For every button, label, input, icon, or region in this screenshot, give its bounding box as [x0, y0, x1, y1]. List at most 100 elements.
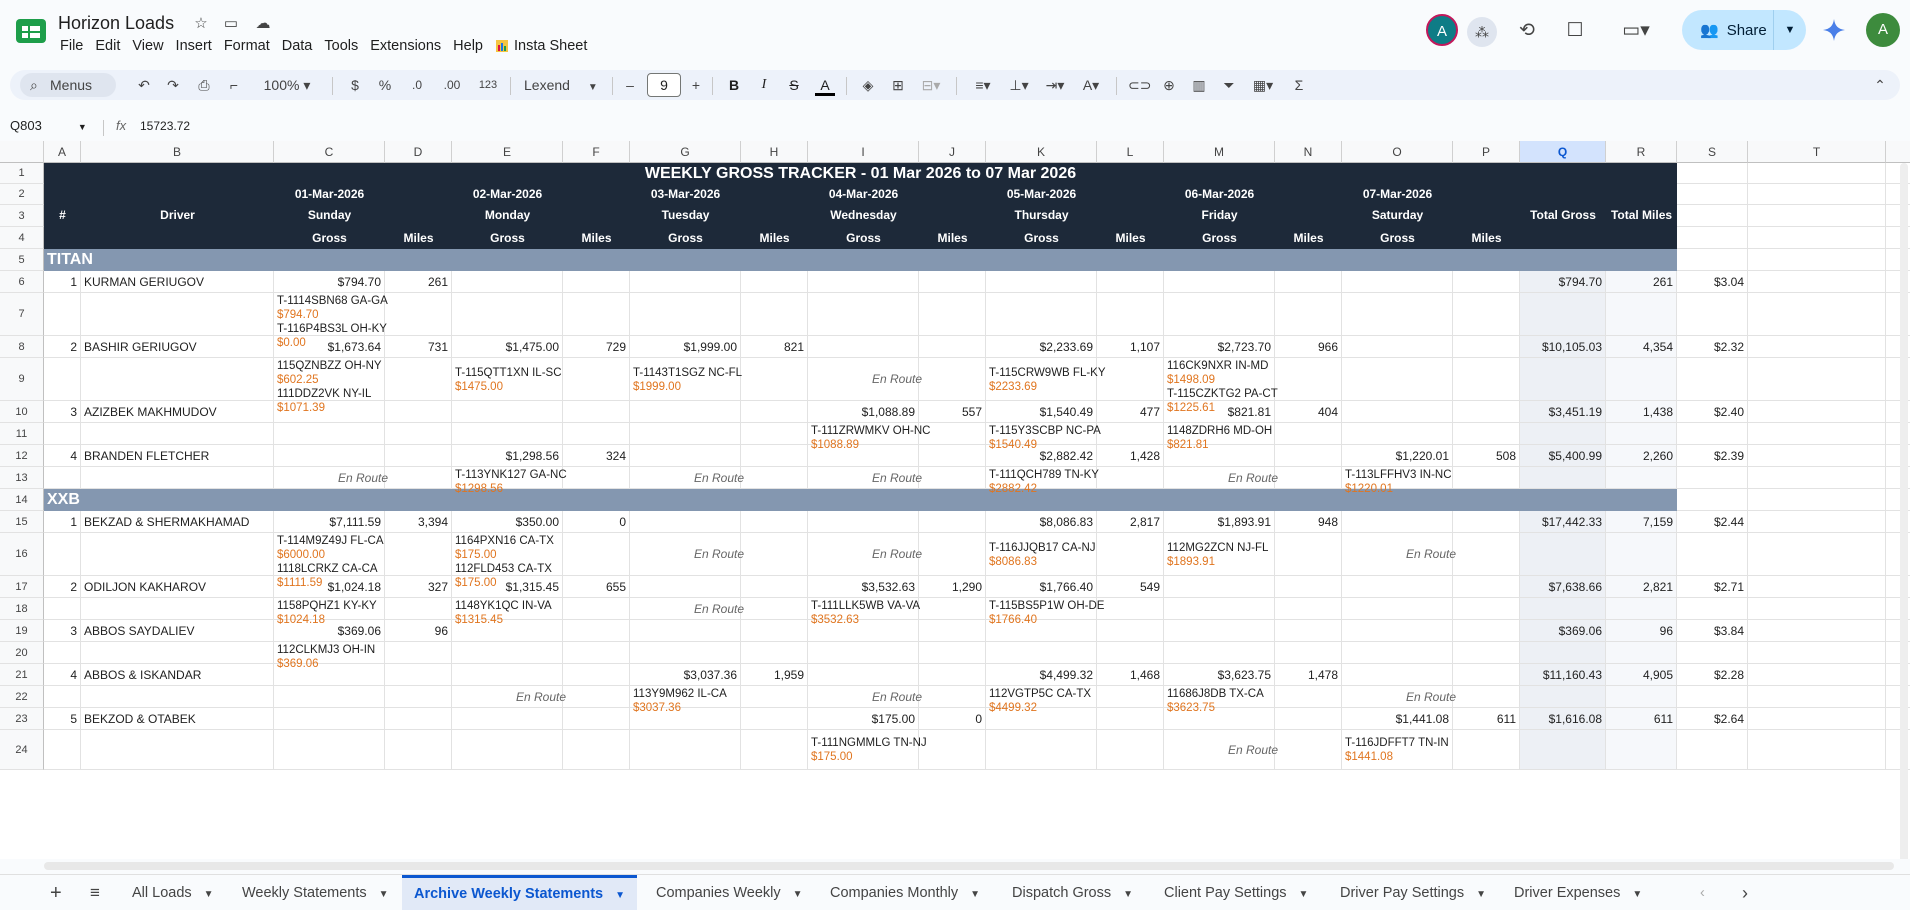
day-miles-cell[interactable]: 404 — [1275, 401, 1338, 423]
sheet-tab[interactable]: All Loads ▼ — [132, 875, 214, 910]
day-miles-cell[interactable]: 3,394 — [385, 511, 448, 533]
sheet-grid[interactable]: ABCDEFGHIJKLMNOPQRSTU1234567891011121314… — [0, 141, 1910, 859]
column-header-f[interactable]: F — [563, 141, 630, 163]
driver-name[interactable]: ABBOS & ISKANDAR — [84, 664, 273, 686]
day-miles-cell[interactable]: 966 — [1275, 336, 1338, 358]
row-header-11[interactable]: 11 — [0, 423, 44, 445]
share-button[interactable]: 👥 Share — [1682, 10, 1774, 50]
load-id[interactable]: T-115CRW9WB FL-KY — [989, 366, 1161, 380]
document-title[interactable]: Horizon Loads — [58, 13, 174, 34]
day-gross-cell[interactable]: $1,024.18 — [274, 576, 381, 598]
name-box[interactable]: Q803 ▼ — [10, 118, 87, 133]
scroll-tabs-left-icon[interactable]: ‹ — [1700, 875, 1705, 910]
day-gross-cell[interactable]: $8,086.83 — [986, 511, 1093, 533]
day-miles-cell[interactable]: 1,428 — [1097, 445, 1160, 467]
day-miles-cell[interactable]: 731 — [385, 336, 448, 358]
print-icon[interactable]: ⎙ — [194, 70, 214, 100]
load-id[interactable]: T-115BS5P1W OH-DE — [989, 599, 1161, 613]
day-miles-cell[interactable]: 729 — [563, 336, 626, 358]
sheet-tab[interactable]: Dispatch Gross ▼ — [1012, 875, 1133, 910]
sheet-tab-menu-icon[interactable]: ▼ — [1299, 889, 1309, 900]
move-folder-icon[interactable]: ▭ — [222, 15, 240, 33]
insert-link-icon[interactable]: ⊂⊃ — [1128, 70, 1151, 100]
name-box-dropdown-icon[interactable]: ▼ — [78, 122, 87, 132]
column-header-h[interactable]: H — [741, 141, 808, 163]
all-sheets-icon[interactable]: ≡ — [90, 875, 100, 910]
day-gross-cell[interactable]: $1,540.49 — [986, 401, 1093, 423]
row-header-8[interactable]: 8 — [0, 336, 44, 358]
load-amount[interactable]: $602.25 — [277, 373, 449, 387]
decrease-decimal-button[interactable]: .0 — [406, 70, 428, 100]
menu-view[interactable]: View — [132, 38, 171, 54]
day-gross-cell[interactable]: $2,723.70 — [1164, 336, 1271, 358]
percent-format-button[interactable]: % — [376, 70, 394, 100]
load-amount[interactable]: $821.81 — [1167, 438, 1339, 452]
load-amount[interactable]: $175.00 — [811, 750, 983, 764]
column-header-s[interactable]: S — [1677, 141, 1748, 163]
row-header-18[interactable]: 18 — [0, 598, 44, 620]
load-amount[interactable]: $794.70 — [277, 308, 449, 322]
row-header-20[interactable]: 20 — [0, 642, 44, 664]
row-header-5[interactable]: 5 — [0, 249, 44, 271]
load-id[interactable]: 112VGTP5C CA-TX — [989, 687, 1161, 701]
load-amount[interactable]: $3623.75 — [1167, 701, 1339, 715]
undo-icon[interactable]: ↶ — [134, 70, 154, 100]
day-gross-cell[interactable]: $1,441.08 — [1342, 708, 1449, 730]
driver-name[interactable]: AZIZBEK MAKHMUDOV — [84, 401, 273, 423]
strikethrough-icon[interactable]: S — [784, 70, 804, 100]
row-header-19[interactable]: 19 — [0, 620, 44, 642]
column-header-r[interactable]: R — [1606, 141, 1677, 163]
sheet-tab-menu-icon[interactable]: ▼ — [1476, 889, 1486, 900]
star-icon[interactable]: ☆ — [192, 15, 210, 33]
day-miles-cell[interactable]: 655 — [563, 576, 626, 598]
row-header-2[interactable]: 2 — [0, 184, 44, 205]
load-id[interactable]: T-114M9Z49J FL-CA — [277, 534, 449, 548]
font-select[interactable]: Lexend ▼ — [524, 70, 604, 100]
day-miles-cell[interactable]: 1,107 — [1097, 336, 1160, 358]
day-gross-cell[interactable]: $2,882.42 — [986, 445, 1093, 467]
row-header-14[interactable]: 14 — [0, 489, 44, 511]
column-header-d[interactable]: D — [385, 141, 452, 163]
font-size-increase-icon[interactable]: + — [688, 70, 704, 100]
column-header-o[interactable]: O — [1342, 141, 1453, 163]
load-id[interactable]: T-111LLK5WB VA-VA — [811, 599, 983, 613]
row-header-16[interactable]: 16 — [0, 533, 44, 576]
load-id[interactable]: T-115Y3SCBP NC-PA — [989, 424, 1161, 438]
sheet-tab-menu-icon[interactable]: ▼ — [1632, 889, 1642, 900]
load-id[interactable]: T-113LFFHV3 IN-NC — [1345, 468, 1517, 482]
cloud-status-icon[interactable]: ☁ — [254, 15, 272, 33]
load-id[interactable]: T-116JDFFT7 TN-IN — [1345, 736, 1517, 750]
row-header-15[interactable]: 15 — [0, 511, 44, 533]
sheet-tab[interactable]: Weekly Statements ▼ — [242, 875, 389, 910]
day-gross-cell[interactable]: $3,532.63 — [808, 576, 915, 598]
sheet-tab[interactable]: Companies Monthly ▼ — [830, 875, 980, 910]
day-miles-cell[interactable]: 96 — [385, 620, 448, 642]
day-miles-cell[interactable]: 557 — [919, 401, 982, 423]
menu-extensions[interactable]: Extensions — [370, 38, 449, 54]
load-amount[interactable]: $369.06 — [277, 657, 449, 671]
menu-edit[interactable]: Edit — [95, 38, 128, 54]
load-id[interactable]: 112MG2ZCN NJ-FL — [1167, 541, 1339, 555]
day-miles-cell[interactable]: 2,817 — [1097, 511, 1160, 533]
day-miles-cell[interactable]: 948 — [1275, 511, 1338, 533]
load-id[interactable]: T-1114SBN68 GA-GA — [277, 294, 449, 308]
column-header-b[interactable]: B — [81, 141, 274, 163]
day-miles-cell[interactable]: 324 — [563, 445, 626, 467]
sheet-tab[interactable]: Client Pay Settings ▼ — [1164, 875, 1308, 910]
load-amount[interactable]: $1766.40 — [989, 613, 1161, 627]
load-id[interactable]: 112FLD453 CA-TX — [455, 562, 627, 576]
italic-icon[interactable]: I — [754, 70, 774, 100]
day-gross-cell[interactable]: $3,623.75 — [1164, 664, 1271, 686]
day-miles-cell[interactable]: 1,478 — [1275, 664, 1338, 686]
load-id[interactable]: 1148ZDRH6 MD-OH — [1167, 424, 1339, 438]
row-header-9[interactable]: 9 — [0, 358, 44, 401]
horizontal-align-icon[interactable]: ≡▾ — [968, 70, 998, 100]
sheet-tab-menu-icon[interactable]: ▼ — [615, 890, 625, 901]
day-gross-cell[interactable]: $1,766.40 — [986, 576, 1093, 598]
load-amount[interactable]: $1893.91 — [1167, 555, 1339, 569]
menu-data[interactable]: Data — [282, 38, 321, 54]
load-id[interactable]: 11686J8DB TX-CA — [1167, 687, 1339, 701]
functions-icon[interactable]: Σ — [1288, 70, 1310, 100]
load-id[interactable]: 113Y9M962 IL-CA — [633, 687, 805, 701]
history-icon[interactable]: ⟲ — [1514, 18, 1540, 44]
